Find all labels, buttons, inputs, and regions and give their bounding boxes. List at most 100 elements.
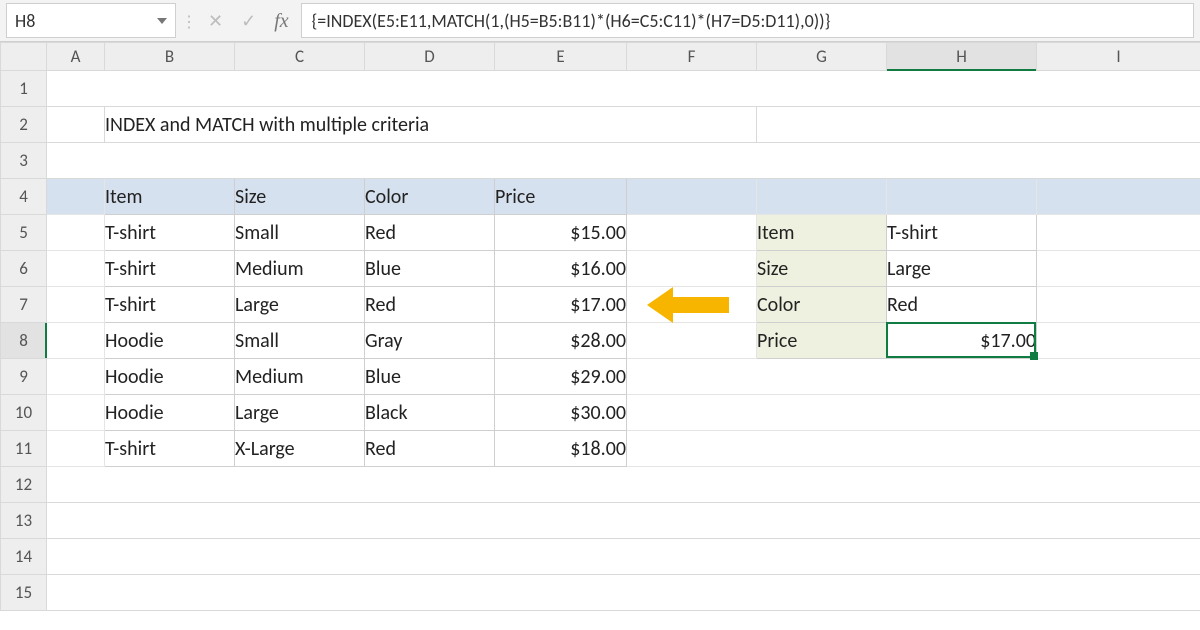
td[interactable]: T-shirt [105, 251, 235, 287]
col-header-C[interactable]: C [235, 43, 365, 71]
td[interactable]: $28.00 [495, 323, 627, 359]
lk-color-value[interactable]: Red [887, 287, 1037, 323]
row-header-4[interactable]: 4 [1, 179, 47, 215]
td[interactable]: T-shirt [105, 287, 235, 323]
row-header-15[interactable]: 15 [1, 575, 47, 611]
cell[interactable] [47, 143, 1200, 179]
cell[interactable] [1037, 179, 1200, 215]
cell[interactable] [627, 215, 757, 251]
td[interactable]: Medium [235, 251, 365, 287]
cell[interactable] [1037, 323, 1200, 359]
td[interactable]: Large [235, 395, 365, 431]
page-title[interactable]: INDEX and MATCH with multiple criteria [105, 107, 757, 143]
td[interactable]: T-shirt [105, 431, 235, 467]
row-header-10[interactable]: 10 [1, 395, 47, 431]
name-box[interactable]: H8 [6, 3, 176, 38]
chevron-down-icon[interactable] [157, 18, 167, 24]
cell[interactable] [47, 71, 1200, 107]
cell[interactable] [47, 323, 105, 359]
row-header-1[interactable]: 1 [1, 71, 47, 107]
cancel-icon[interactable]: ✕ [208, 12, 223, 30]
td[interactable]: $15.00 [495, 215, 627, 251]
col-header-I[interactable]: I [1037, 43, 1200, 71]
th-item[interactable]: Item [105, 179, 235, 215]
td[interactable]: Blue [365, 251, 495, 287]
cell[interactable] [47, 539, 1200, 575]
lk-price-label[interactable]: Price [757, 323, 887, 359]
td[interactable]: $16.00 [495, 251, 627, 287]
td[interactable]: $18.00 [495, 431, 627, 467]
cell[interactable] [627, 323, 757, 359]
lk-size-value[interactable]: Large [887, 251, 1037, 287]
row-header-14[interactable]: 14 [1, 539, 47, 575]
cell[interactable] [627, 359, 1200, 395]
cell[interactable] [47, 215, 105, 251]
grid[interactable]: A B C D E F G H I 1 2 INDEX and MATCH wi… [0, 42, 1200, 611]
row-header-5[interactable]: 5 [1, 215, 47, 251]
td[interactable]: Black [365, 395, 495, 431]
col-header-F[interactable]: F [627, 43, 757, 71]
cell[interactable] [887, 179, 1037, 215]
cell[interactable] [47, 503, 1200, 539]
td[interactable]: Gray [365, 323, 495, 359]
td[interactable]: Large [235, 287, 365, 323]
td[interactable]: $30.00 [495, 395, 627, 431]
select-all-corner[interactable] [1, 43, 47, 71]
cell[interactable] [47, 467, 1200, 503]
worksheet[interactable]: A B C D E F G H I 1 2 INDEX and MATCH wi… [0, 42, 1200, 611]
td[interactable]: Hoodie [105, 359, 235, 395]
formula-input[interactable]: {=INDEX(E5:E11,MATCH(1,(H5=B5:B11)*(H6=C… [301, 3, 1194, 38]
th-color[interactable]: Color [365, 179, 495, 215]
cell[interactable] [47, 431, 105, 467]
cell[interactable] [47, 107, 105, 143]
fx-icon[interactable]: fx [274, 11, 288, 31]
lk-color-label[interactable]: Color [757, 287, 887, 323]
td[interactable]: Hoodie [105, 323, 235, 359]
lk-item-label[interactable]: Item [757, 215, 887, 251]
cell[interactable] [627, 179, 757, 215]
row-header-12[interactable]: 12 [1, 467, 47, 503]
col-header-H[interactable]: H [887, 43, 1037, 71]
row-header-11[interactable]: 11 [1, 431, 47, 467]
td[interactable]: $17.00 [495, 287, 627, 323]
row-header-9[interactable]: 9 [1, 359, 47, 395]
td[interactable]: Red [365, 215, 495, 251]
cell[interactable] [627, 251, 757, 287]
cell[interactable] [1037, 287, 1200, 323]
td[interactable]: T-shirt [105, 215, 235, 251]
cell[interactable] [1037, 215, 1200, 251]
row-header-7[interactable]: 7 [1, 287, 47, 323]
cell[interactable] [627, 431, 1200, 467]
td[interactable]: X-Large [235, 431, 365, 467]
cell[interactable] [627, 395, 1200, 431]
cell[interactable] [757, 179, 887, 215]
td[interactable]: Hoodie [105, 395, 235, 431]
cell[interactable] [47, 179, 105, 215]
col-header-D[interactable]: D [365, 43, 495, 71]
col-header-E[interactable]: E [495, 43, 627, 71]
cell[interactable] [47, 395, 105, 431]
th-price[interactable]: Price [495, 179, 627, 215]
enter-icon[interactable]: ✓ [241, 12, 256, 30]
row-header-8[interactable]: 8 [1, 323, 47, 359]
td[interactable]: Red [365, 287, 495, 323]
td[interactable]: Red [365, 431, 495, 467]
row-header-13[interactable]: 13 [1, 503, 47, 539]
td[interactable]: Medium [235, 359, 365, 395]
lk-size-label[interactable]: Size [757, 251, 887, 287]
cell[interactable] [757, 107, 1200, 143]
lk-item-value[interactable]: T-shirt [887, 215, 1037, 251]
row-header-6[interactable]: 6 [1, 251, 47, 287]
lk-price-value[interactable]: $17.00 [887, 323, 1037, 359]
cell[interactable] [1037, 251, 1200, 287]
cell[interactable] [47, 287, 105, 323]
col-header-A[interactable]: A [47, 43, 105, 71]
cell[interactable] [47, 359, 105, 395]
col-header-B[interactable]: B [105, 43, 235, 71]
row-header-3[interactable]: 3 [1, 143, 47, 179]
col-header-G[interactable]: G [757, 43, 887, 71]
th-size[interactable]: Size [235, 179, 365, 215]
cell[interactable] [47, 251, 105, 287]
cell[interactable] [47, 575, 1200, 611]
td[interactable]: Small [235, 215, 365, 251]
